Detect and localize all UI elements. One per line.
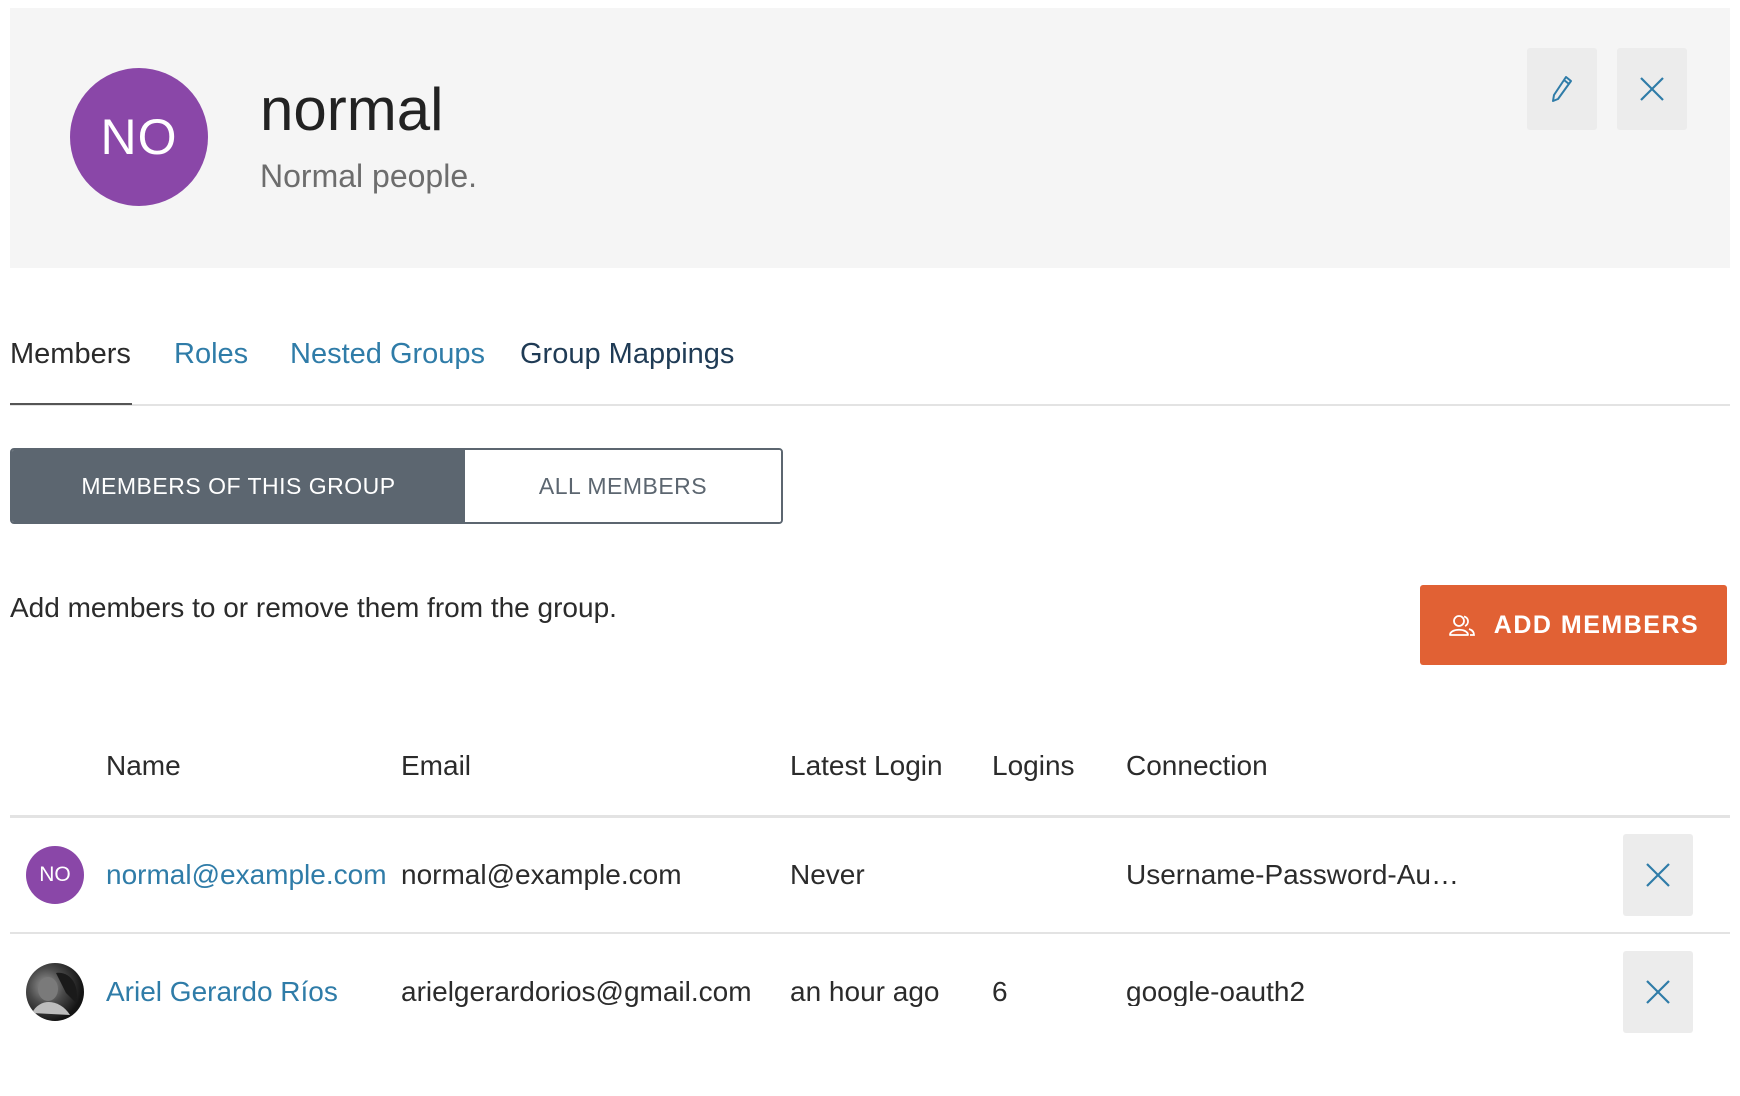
member-name-link[interactable]: normal@example.com	[106, 861, 387, 889]
column-header-email[interactable]: Email	[401, 752, 471, 780]
member-connection: google-oauth2	[1126, 978, 1306, 1006]
active-tab-indicator	[10, 403, 132, 405]
close-icon	[1646, 980, 1670, 1004]
member-connection: Username-Password-Authentication	[1126, 861, 1462, 889]
members-filter-toggle: MEMBERS OF THIS GROUP ALL MEMBERS	[10, 448, 783, 524]
member-latest-login: Never	[790, 859, 865, 890]
group-header: NO normal Normal people.	[10, 8, 1730, 268]
add-members-button[interactable]: ADD MEMBERS	[1420, 585, 1727, 665]
tab-roles[interactable]: Roles	[174, 340, 248, 369]
pencil-icon	[1552, 76, 1572, 102]
group-tabs: Members Roles Nested Groups Group Mappin…	[10, 330, 1730, 406]
edit-group-button[interactable]	[1527, 48, 1597, 130]
column-header-connection[interactable]: Connection	[1126, 752, 1268, 780]
group-title: normal	[260, 76, 444, 143]
close-button[interactable]	[1617, 48, 1687, 130]
member-latest-login: an hour ago	[790, 976, 940, 1007]
members-table-header: Name Email Latest Login Logins Connectio…	[10, 740, 1730, 818]
tab-nested-groups[interactable]: Nested Groups	[290, 340, 485, 369]
table-row: NO normal@example.com normal@example.com…	[10, 818, 1730, 934]
member-logins: 6	[992, 976, 1008, 1007]
remove-member-button[interactable]	[1623, 834, 1693, 916]
group-avatar: NO	[70, 68, 208, 206]
table-row: Ariel Gerardo Ríos arielgerardorios@gmai…	[10, 934, 1730, 1050]
column-header-latest-login[interactable]: Latest Login	[790, 752, 943, 780]
member-email: normal@example.com	[401, 859, 682, 890]
add-members-label: ADD MEMBERS	[1493, 610, 1700, 639]
all-members-toggle[interactable]: ALL MEMBERS	[465, 450, 781, 522]
tab-group-mappings[interactable]: Group Mappings	[520, 340, 734, 369]
avatar	[26, 963, 84, 1021]
close-icon	[1640, 77, 1664, 101]
group-description: Normal people.	[260, 158, 477, 194]
avatar: NO	[26, 846, 84, 904]
column-header-logins[interactable]: Logins	[992, 752, 1075, 780]
user-photo-icon	[32, 972, 77, 1015]
remove-member-button[interactable]	[1623, 951, 1693, 1033]
close-icon	[1646, 863, 1670, 887]
member-email: arielgerardorios@gmail.com	[401, 976, 752, 1007]
helper-text: Add members to or remove them from the g…	[10, 592, 617, 623]
users-icon	[1448, 615, 1475, 636]
member-name-link[interactable]: Ariel Gerardo Ríos	[106, 978, 338, 1006]
members-of-group-toggle[interactable]: MEMBERS OF THIS GROUP	[12, 450, 465, 522]
column-header-name[interactable]: Name	[106, 752, 181, 780]
tab-members[interactable]: Members	[10, 340, 131, 369]
